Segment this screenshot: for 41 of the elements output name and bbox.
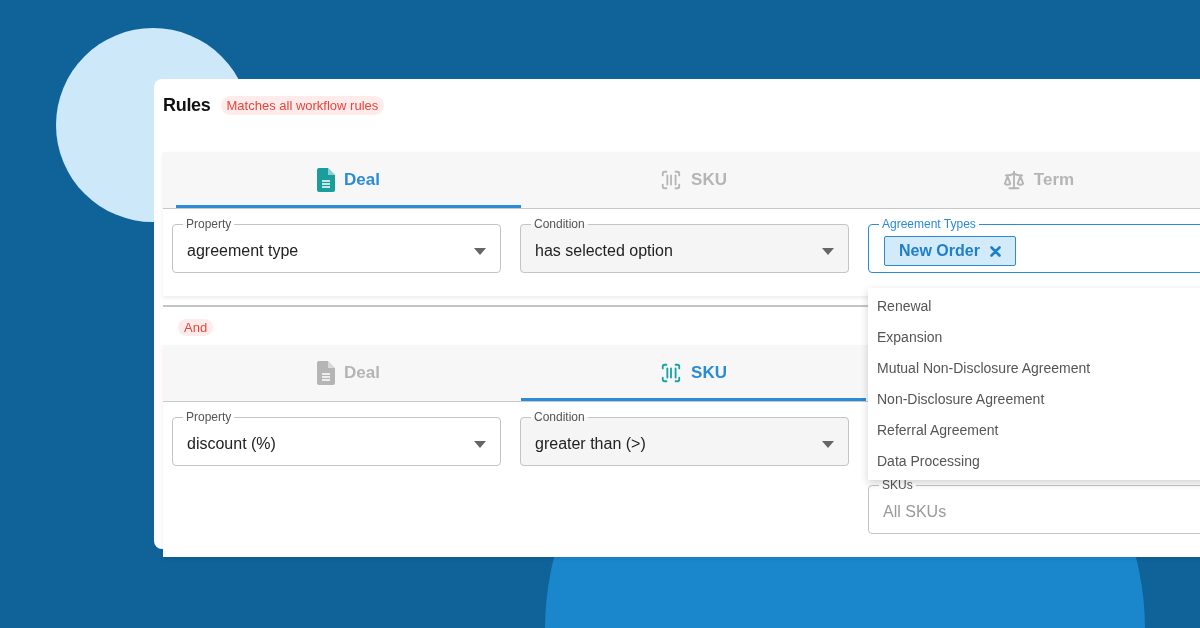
field-placeholder: All SKUs <box>883 503 947 521</box>
tab-label: SKU <box>691 363 727 383</box>
menu-option[interactable]: Referral Agreement <box>868 414 1200 445</box>
barcode-icon <box>660 169 683 191</box>
menu-option[interactable]: Renewal <box>868 290 1200 321</box>
field-value: greater than (>) <box>535 435 647 453</box>
select-field[interactable]: Property discount (%) <box>172 410 501 466</box>
tab-label: Deal <box>344 170 380 190</box>
tab-label: SKU <box>691 170 727 190</box>
select-field[interactable]: Condition has selected option <box>520 217 849 273</box>
tab-label: Deal <box>344 363 380 383</box>
field-value: has selected option <box>535 242 674 260</box>
field-label: Property <box>185 217 233 231</box>
caret-icon <box>474 440 486 448</box>
connector-badge: And <box>178 319 214 336</box>
caret-icon <box>474 247 486 255</box>
document-icon <box>317 361 336 385</box>
menu-option[interactable]: Data Processing <box>868 445 1200 476</box>
field-label: Property <box>185 410 233 424</box>
document-icon <box>317 168 336 192</box>
barcode-icon <box>660 362 683 384</box>
field-label: SKUs <box>881 478 914 492</box>
match-badge: Matches all workflow rules <box>220 95 385 115</box>
menu-option[interactable]: Mutual Non-Disclosure Agreement <box>868 352 1200 383</box>
scale-icon <box>1002 169 1025 191</box>
field-label: Condition <box>533 217 586 231</box>
menu-option[interactable]: Non-Disclosure Agreement <box>868 383 1200 414</box>
select-field[interactable]: Property agreement type <box>172 217 501 273</box>
chip-label: New Order <box>899 242 980 260</box>
field-value: discount (%) <box>187 435 277 453</box>
field-label: Condition <box>533 410 586 424</box>
select-field[interactable]: Condition greater than (>) <box>520 410 849 466</box>
field-label: Agreement Types <box>881 217 977 231</box>
field-value: agreement type <box>187 242 300 260</box>
tab-label: Term <box>1033 170 1075 190</box>
menu-option[interactable]: Expansion <box>868 321 1200 352</box>
remove-icon[interactable] <box>989 245 1001 257</box>
caret-icon <box>822 247 834 255</box>
caret-icon <box>822 440 834 448</box>
rules-title: Rules <box>163 94 211 116</box>
input-field[interactable]: SKUs All SKUs <box>868 478 1200 534</box>
